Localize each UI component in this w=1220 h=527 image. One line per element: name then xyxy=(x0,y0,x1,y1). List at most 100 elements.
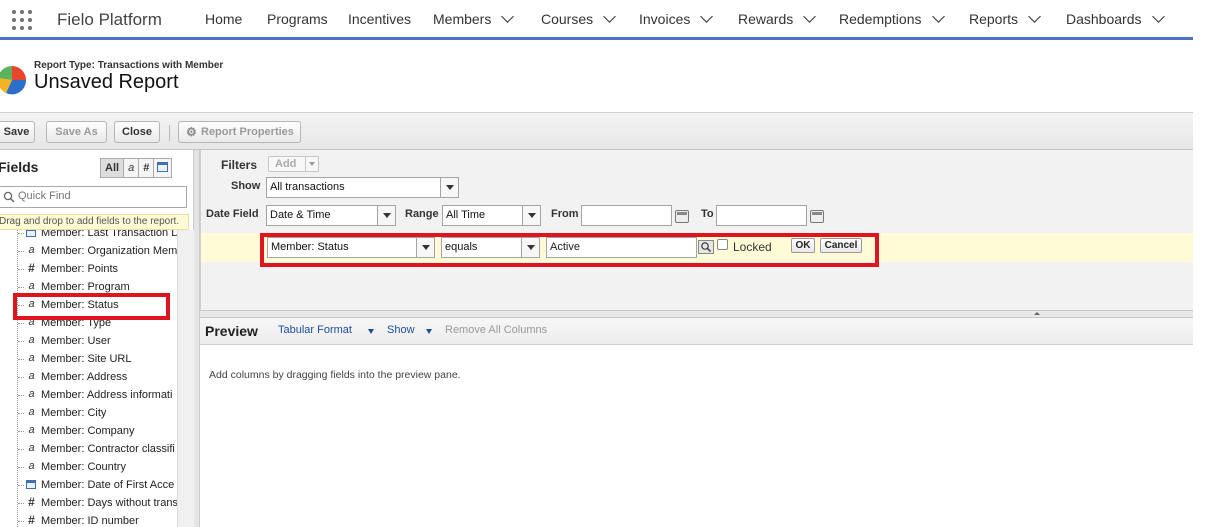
fields-scrollbar[interactable] xyxy=(177,230,194,527)
list-item[interactable]: # Member: Days without trans xyxy=(0,494,178,512)
calendar-icon xyxy=(26,230,36,237)
range-select[interactable]: All Time xyxy=(442,205,541,226)
chevron-down-icon[interactable] xyxy=(1028,10,1041,23)
date-field-label: Date Field xyxy=(206,208,259,220)
list-item[interactable]: a Member: Country xyxy=(0,458,178,476)
filters-pane: Filters Add Show All transactions Date F… xyxy=(200,150,1193,310)
list-item[interactable]: # Member: ID number xyxy=(0,512,178,527)
list-item[interactable]: a Member: Site URL xyxy=(0,350,178,368)
field-label: Member: Date of First Acce xyxy=(41,479,175,491)
list-item[interactable]: Member: Last Transaction D xyxy=(0,230,178,242)
from-date-input[interactable] xyxy=(581,205,672,226)
chevron-down-icon[interactable] xyxy=(377,206,395,225)
calendar-icon[interactable] xyxy=(810,210,824,223)
list-item[interactable]: a Member: Company xyxy=(0,422,178,440)
date-field-select[interactable]: Date & Time xyxy=(266,205,396,226)
calendar-icon[interactable] xyxy=(675,210,689,223)
filter-number-button[interactable]: # xyxy=(139,159,155,177)
quick-find-input[interactable] xyxy=(18,190,178,202)
nav-item-rewards[interactable]: Rewards xyxy=(738,10,817,27)
chevron-down-icon[interactable] xyxy=(305,157,318,171)
chevron-down-icon[interactable] xyxy=(700,10,714,23)
status-field-highlight xyxy=(13,293,170,320)
list-item[interactable]: a Member: Organization Mem xyxy=(0,242,178,260)
chevron-down-icon[interactable] xyxy=(426,329,432,334)
list-item[interactable]: a Member: City xyxy=(0,404,178,422)
text-field-icon: a xyxy=(28,460,35,472)
number-field-icon: # xyxy=(28,513,35,527)
field-label: Member: Company xyxy=(41,425,135,437)
nav-item-courses[interactable]: Courses xyxy=(541,10,617,27)
list-item[interactable]: Member: Date of First Acce xyxy=(0,476,178,494)
from-label: From xyxy=(551,208,579,220)
quick-find-field[interactable] xyxy=(0,186,187,208)
nav-item-home[interactable]: Home xyxy=(205,11,242,27)
filter-text-button[interactable]: a xyxy=(124,159,140,177)
text-field-icon: a xyxy=(28,370,35,382)
range-value: All Time xyxy=(446,209,486,221)
list-item[interactable]: a Member: Contractor classifi xyxy=(0,440,178,458)
filter-date-button[interactable] xyxy=(154,159,172,177)
drag-hint: Drag and drop to add fields to the repor… xyxy=(0,214,189,230)
nav-item-members[interactable]: Members xyxy=(433,10,515,27)
list-item[interactable]: a Member: User xyxy=(0,332,178,350)
field-label: Member: Program xyxy=(41,281,130,293)
field-label: Member: Country xyxy=(41,461,126,473)
list-item[interactable]: a Member: Address xyxy=(0,368,178,386)
field-label: Member: Points xyxy=(41,263,119,275)
to-label: To xyxy=(701,208,714,220)
toolbar-divider xyxy=(169,125,170,141)
save-button[interactable]: Save xyxy=(0,121,35,143)
text-field-icon: a xyxy=(28,442,35,454)
field-label: Member: Organization Mem xyxy=(41,245,178,257)
close-button[interactable]: Close xyxy=(114,121,160,143)
gear-icon: ⚙ xyxy=(186,125,197,139)
add-filter-label: Add xyxy=(275,158,297,170)
calendar-icon xyxy=(26,480,36,489)
show-menu[interactable]: Show xyxy=(387,324,415,336)
app-launcher-icon[interactable] xyxy=(12,10,34,32)
chevron-down-icon[interactable] xyxy=(522,206,540,225)
field-label: Member: User xyxy=(41,335,111,347)
chevron-down-icon[interactable] xyxy=(931,10,945,23)
report-properties-label: Report Properties xyxy=(201,126,294,138)
field-label: Member: Days without trans xyxy=(41,497,178,509)
preview-pane: Add columns by dragging fields into the … xyxy=(200,345,1193,527)
tabular-format-menu[interactable]: Tabular Format xyxy=(278,324,352,336)
report-toolbar: Save Save As Close ⚙ Report Properties xyxy=(0,112,1193,150)
field-type-filter: All a # xyxy=(100,158,173,178)
fields-title: Fields xyxy=(0,159,39,175)
field-label: Member: ID number xyxy=(41,515,139,527)
filter-all-button[interactable]: All xyxy=(101,159,125,177)
nav-item-reports[interactable]: Reports xyxy=(969,10,1041,27)
field-tree: Member: Last Transaction D a Member: Orga… xyxy=(0,230,178,527)
nav-item-invoices[interactable]: Invoices xyxy=(639,10,714,27)
chevron-down-icon[interactable] xyxy=(368,329,374,334)
show-label: Show xyxy=(231,180,261,192)
chevron-down-icon[interactable] xyxy=(1151,10,1165,23)
chevron-down-icon[interactable] xyxy=(501,10,515,23)
save-as-button[interactable]: Save As xyxy=(46,121,107,143)
text-field-icon: a xyxy=(28,388,35,400)
list-item[interactable]: # Member: Points xyxy=(0,260,178,278)
nav-item-programs[interactable]: Programs xyxy=(267,11,328,27)
chevron-down-icon[interactable] xyxy=(803,10,817,23)
number-field-icon: # xyxy=(28,495,35,509)
remove-all-columns-link[interactable]: Remove All Columns xyxy=(445,324,547,336)
to-date-input[interactable] xyxy=(716,205,807,226)
nav-item-redemptions[interactable]: Redemptions xyxy=(839,10,945,27)
field-label: Member: Contractor classifi xyxy=(41,443,175,455)
pane-resize-bar[interactable] xyxy=(200,310,1193,318)
add-filter-button[interactable]: Add xyxy=(268,156,319,172)
page-title: Unsaved Report xyxy=(34,71,179,93)
nav-item-incentives[interactable]: Incentives xyxy=(348,11,411,27)
fields-panel: Fields All a # Drag and drop to add fiel… xyxy=(0,150,194,527)
global-nav: Fielo Platform Home Programs Incentives … xyxy=(0,0,1193,40)
chevron-down-icon[interactable] xyxy=(440,178,458,197)
list-item[interactable]: a Member: Address informati xyxy=(0,386,178,404)
nav-item-dashboards[interactable]: Dashboards xyxy=(1066,10,1165,27)
field-label: Member: Last Transaction D xyxy=(41,230,178,239)
chevron-down-icon[interactable] xyxy=(603,10,617,23)
report-properties-button[interactable]: ⚙ Report Properties xyxy=(178,121,301,143)
show-select[interactable]: All transactions xyxy=(266,177,459,198)
